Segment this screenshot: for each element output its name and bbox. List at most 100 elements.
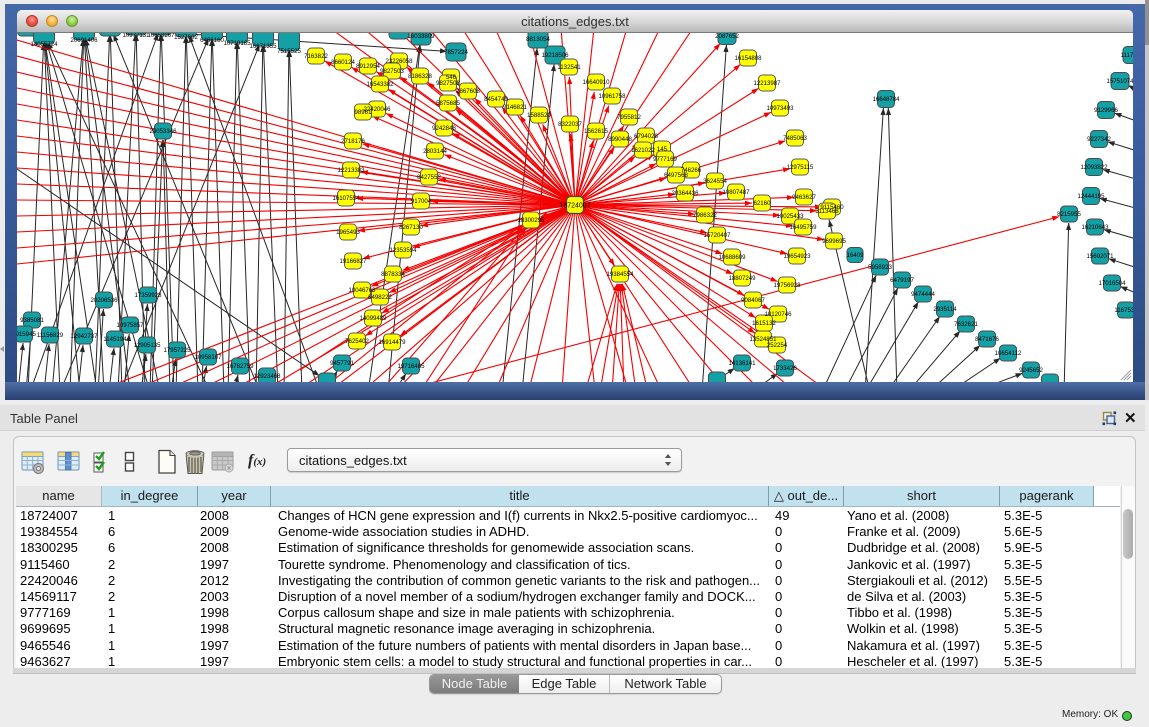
svg-text:16914479: 16914479 <box>378 339 406 346</box>
svg-text:2718176: 2718176 <box>341 138 365 145</box>
svg-text:12942737: 12942737 <box>70 333 98 340</box>
svg-text:20206536: 20206536 <box>90 297 118 304</box>
svg-text:16543382: 16543382 <box>366 81 394 88</box>
svg-text:98961: 98961 <box>355 109 373 116</box>
svg-text:19756928: 19756928 <box>773 282 801 289</box>
svg-text:16033809: 16033809 <box>407 33 435 40</box>
svg-text:1527602: 1527602 <box>174 34 198 41</box>
svg-text:1621022: 1621022 <box>631 147 655 154</box>
svg-text:17016504: 17016504 <box>1098 280 1126 287</box>
svg-text:9146821: 9146821 <box>503 104 527 111</box>
svg-text:17957225: 17957225 <box>163 347 191 354</box>
svg-text:145: 145 <box>657 146 668 153</box>
svg-text:8660124: 8660124 <box>331 59 355 66</box>
svg-text:10120746: 10120746 <box>764 311 792 318</box>
svg-text:1167533: 1167533 <box>1114 307 1133 314</box>
svg-text:10958107: 10958107 <box>194 354 222 361</box>
svg-text:20364436: 20364436 <box>671 190 699 197</box>
svg-text:10653267: 10653267 <box>147 33 175 39</box>
svg-text:12975115: 12975115 <box>787 164 814 171</box>
svg-text:7955812: 7955812 <box>617 114 641 121</box>
svg-text:7625402: 7625402 <box>345 338 369 345</box>
svg-text:8267130: 8267130 <box>399 224 423 231</box>
svg-text:19654923: 19654923 <box>783 253 811 260</box>
svg-text:7163822: 7163822 <box>304 53 328 60</box>
svg-text:2867608: 2867608 <box>456 88 480 95</box>
svg-text:10654112: 10654112 <box>995 350 1022 357</box>
svg-text:9474444: 9474444 <box>911 291 935 298</box>
svg-text:12213383: 12213383 <box>337 167 365 174</box>
svg-text:12905135: 12905135 <box>133 342 161 349</box>
svg-text:7515525: 7515525 <box>277 48 301 55</box>
svg-text:10807487: 10807487 <box>722 189 750 196</box>
svg-text:9827503: 9827503 <box>380 68 404 75</box>
svg-text:9242848: 9242848 <box>432 125 456 132</box>
svg-text:8215955: 8215955 <box>1057 211 1081 218</box>
svg-text:10025433: 10025433 <box>776 213 804 220</box>
svg-text:12444195: 12444195 <box>1077 193 1105 200</box>
svg-text:1145194: 1145194 <box>103 336 127 343</box>
svg-text:7632621: 7632621 <box>954 321 978 328</box>
svg-text:5958923: 5958923 <box>868 264 892 271</box>
svg-text:9129966: 9129966 <box>1094 107 1118 114</box>
svg-text:8427552: 8427552 <box>417 174 441 181</box>
svg-text:19716485: 19716485 <box>397 363 425 370</box>
svg-text:8990448: 8990448 <box>608 136 632 143</box>
svg-text:9463627: 9463627 <box>792 194 816 201</box>
svg-text:1117434: 1117434 <box>1121 52 1133 59</box>
svg-text:16409: 16409 <box>847 252 865 259</box>
svg-text:8471676: 8471676 <box>975 336 999 343</box>
svg-text:6498222: 6498222 <box>368 294 392 301</box>
svg-text:2935114: 2935114 <box>933 306 957 313</box>
svg-text:15720407: 15720407 <box>703 232 731 239</box>
svg-text:9827508: 9827508 <box>436 80 460 87</box>
svg-text:2803144: 2803144 <box>423 148 447 155</box>
svg-text:62160: 62160 <box>754 200 772 207</box>
svg-text:6794028: 6794028 <box>634 133 658 140</box>
svg-text:17359928: 17359928 <box>134 292 162 299</box>
svg-text:8454749: 8454749 <box>484 96 508 103</box>
svg-text:10977131: 10977131 <box>122 33 150 39</box>
svg-text:6479197: 6479197 <box>890 277 914 284</box>
svg-text:12093822: 12093822 <box>1080 164 1108 171</box>
svg-text:6497568: 6497568 <box>664 172 688 179</box>
svg-text:16210643: 16210643 <box>1081 224 1109 231</box>
svg-text:9457791: 9457791 <box>330 360 354 367</box>
svg-text:12353594: 12353594 <box>389 247 417 254</box>
svg-text:7857224: 7857224 <box>444 49 468 56</box>
svg-text:10973493: 10973493 <box>766 105 794 112</box>
svg-text:19384554: 19384554 <box>606 271 634 278</box>
svg-text:15751074: 15751074 <box>1106 78 1133 85</box>
svg-text:1733426: 1733426 <box>773 365 797 372</box>
svg-text:10046768: 10046768 <box>348 287 376 294</box>
svg-text:15692071: 15692071 <box>1086 253 1114 260</box>
svg-text:20053346: 20053346 <box>149 128 177 135</box>
svg-text:10975857: 10975857 <box>116 322 144 329</box>
svg-text:23226058: 23226058 <box>385 58 413 65</box>
svg-text:917004: 917004 <box>411 198 432 205</box>
svg-text:1588520: 1588520 <box>527 112 551 119</box>
svg-text:1562615: 1562615 <box>584 128 608 135</box>
svg-text:19166827: 19166827 <box>339 258 367 265</box>
svg-text:2087652: 2087652 <box>715 33 739 40</box>
svg-text:16782759: 16782759 <box>226 363 254 370</box>
svg-text:9385081: 9385081 <box>20 317 44 324</box>
svg-text:9245652: 9245652 <box>1019 367 1043 374</box>
svg-text:9227342: 9227342 <box>1087 136 1111 143</box>
svg-text:3624554: 3624554 <box>703 178 727 185</box>
svg-text:11156829: 11156829 <box>37 332 64 339</box>
svg-text:5875685: 5875685 <box>436 100 460 107</box>
svg-text:10688609: 10688609 <box>718 254 746 261</box>
svg-text:9699695: 9699695 <box>822 238 846 245</box>
svg-text:3113468: 3113468 <box>815 208 839 215</box>
svg-text:12923468: 12923468 <box>253 373 281 380</box>
svg-text:8813054: 8813054 <box>526 36 550 43</box>
svg-text:16671355: 16671355 <box>249 43 277 50</box>
svg-text:1132541: 1132541 <box>557 64 581 71</box>
svg-text:16107554: 16107554 <box>332 195 360 202</box>
svg-text:8322037: 8322037 <box>558 121 582 128</box>
svg-text:1965493: 1965493 <box>336 229 360 236</box>
svg-text:10961758: 10961758 <box>598 93 626 100</box>
svg-text:14136141: 14136141 <box>728 360 756 367</box>
svg-text:10719185: 10719185 <box>223 40 251 47</box>
